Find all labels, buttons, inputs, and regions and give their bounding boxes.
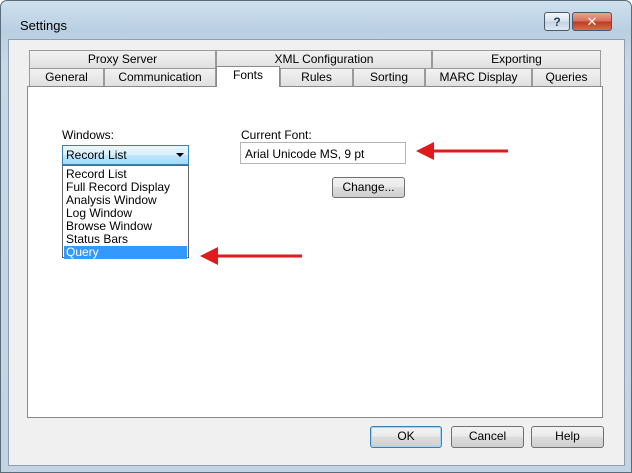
tab-fonts[interactable]: Fonts — [216, 66, 280, 87]
tab-label: Sorting — [369, 70, 409, 84]
tab-label: Proxy Server — [87, 52, 158, 66]
close-button[interactable]: ✕ — [572, 12, 612, 31]
help-button[interactable]: Help — [531, 426, 604, 448]
help-title-button[interactable]: ? — [544, 12, 570, 31]
windows-combobox[interactable]: Record List — [62, 145, 189, 165]
fonts-tab-panel: Windows: Record List Record List Full Re… — [27, 86, 603, 418]
tab-exporting[interactable]: Exporting — [432, 50, 601, 68]
current-font-value: Arial Unicode MS, 9 pt — [245, 147, 365, 161]
windows-combobox-value: Record List — [66, 148, 127, 162]
current-font-field: Arial Unicode MS, 9 pt — [240, 142, 406, 164]
tab-communication[interactable]: Communication — [104, 68, 216, 86]
ok-button[interactable]: OK — [370, 426, 442, 448]
tab-general[interactable]: General — [29, 68, 104, 86]
tab-label: General — [45, 70, 88, 84]
title-bar[interactable]: Settings ? ✕ — [1, 1, 631, 33]
tab-label: Communication — [118, 70, 202, 84]
tab-marc-display[interactable]: MARC Display — [425, 68, 532, 86]
question-mark-icon: ? — [553, 14, 561, 29]
dropdown-option-query[interactable]: Query — [64, 246, 187, 259]
tab-sorting[interactable]: Sorting — [353, 68, 425, 86]
dialog-client-area: Proxy Server XML Configuration Exporting… — [8, 39, 625, 466]
tab-label: Exporting — [491, 52, 542, 66]
annotation-arrow-right-icon — [416, 142, 508, 160]
current-font-label: Current Font: — [241, 128, 312, 142]
window-title: Settings — [20, 18, 67, 33]
tab-label: Rules — [301, 70, 332, 84]
tab-proxy-server[interactable]: Proxy Server — [29, 50, 216, 68]
change-font-button[interactable]: Change... — [332, 177, 405, 198]
tab-queries[interactable]: Queries — [532, 68, 601, 86]
annotation-arrow-left-icon — [200, 247, 302, 265]
tab-label: XML Configuration — [274, 52, 374, 66]
windows-dropdown-list: Record List Full Record Display Analysis… — [62, 165, 189, 259]
tab-label: MARC Display — [439, 70, 518, 84]
close-icon: ✕ — [586, 13, 598, 29]
windows-label: Windows: — [62, 128, 115, 142]
tab-rules[interactable]: Rules — [280, 68, 353, 86]
chevron-down-icon[interactable] — [176, 153, 184, 157]
settings-dialog: Settings ? ✕ Proxy Server XML Configurat… — [0, 0, 632, 473]
tab-label: Fonts — [232, 68, 263, 82]
help-button-label: Help — [555, 429, 580, 443]
tab-label: Queries — [545, 70, 588, 84]
cancel-button-label: Cancel — [468, 429, 507, 443]
ok-button-label: OK — [397, 429, 415, 443]
change-font-button-label: Change... — [342, 180, 395, 194]
cancel-button[interactable]: Cancel — [451, 426, 524, 448]
